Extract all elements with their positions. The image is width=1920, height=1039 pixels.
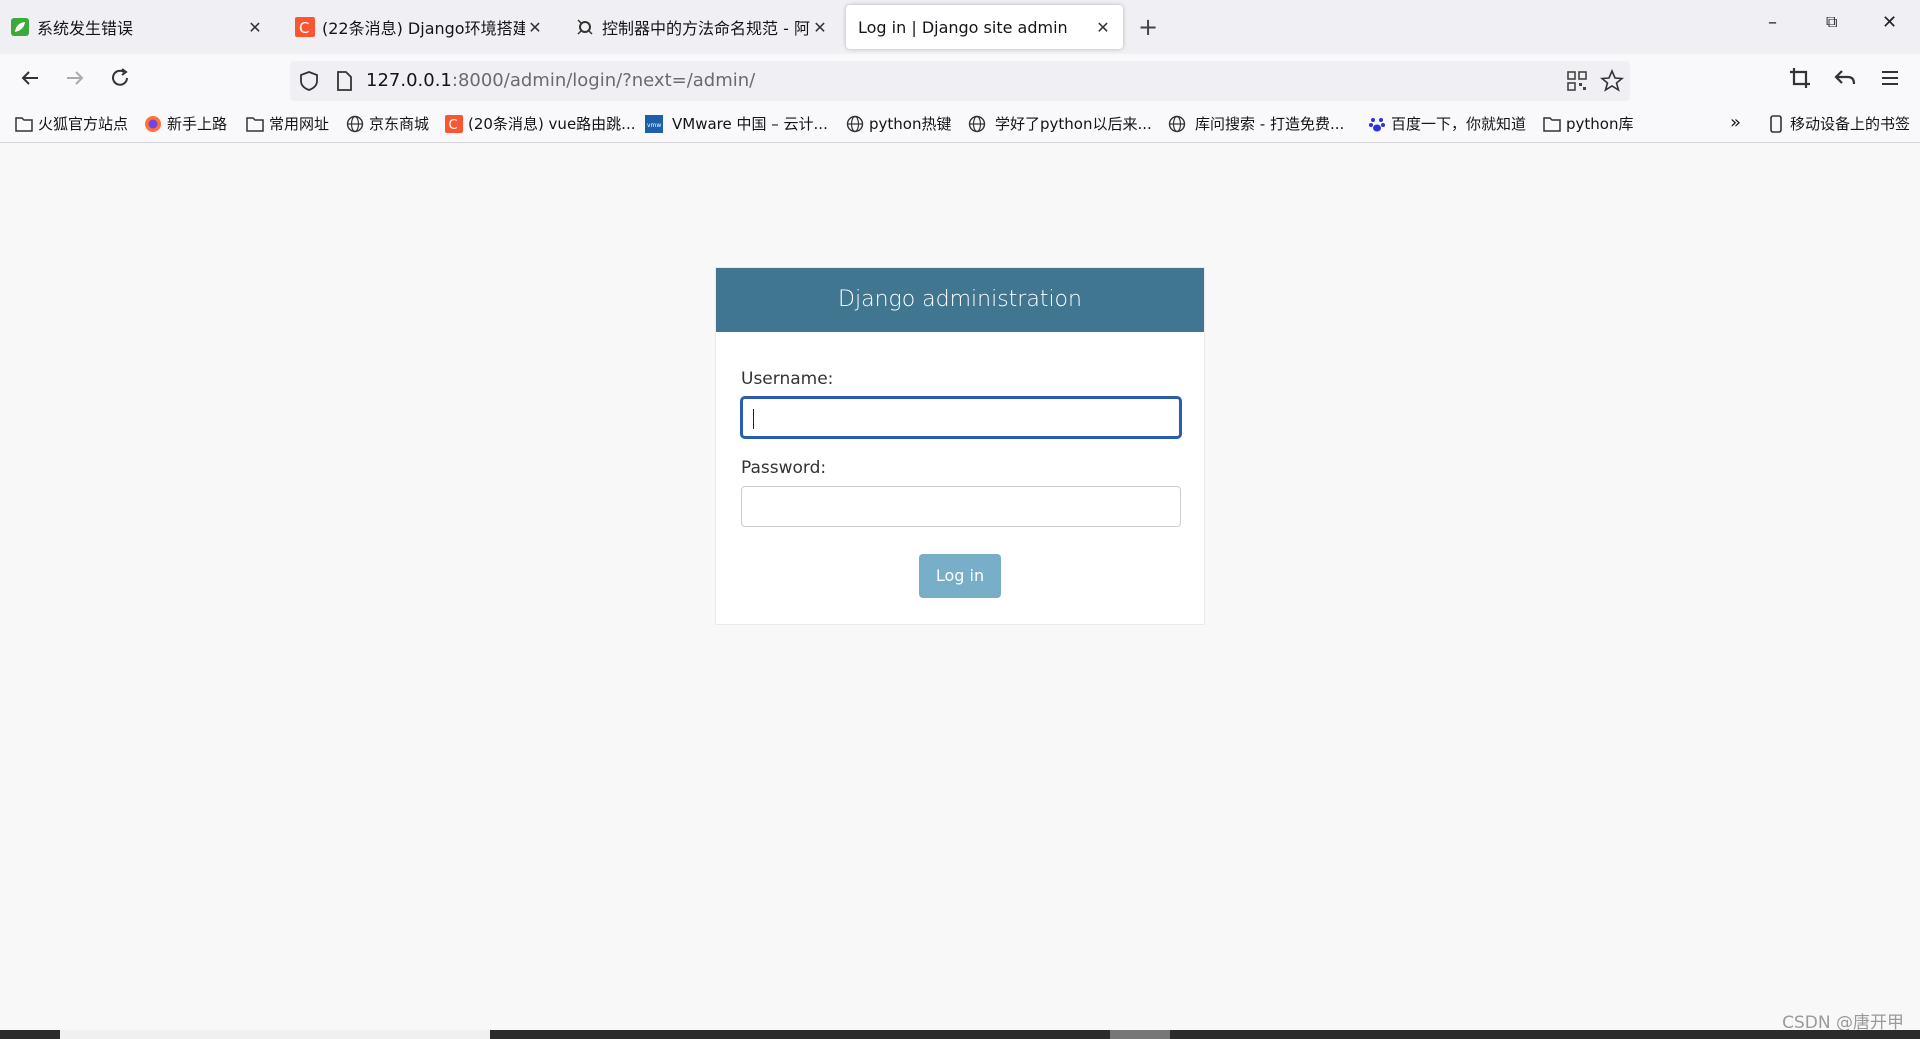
tab-title: (22条消息) Django环境搭建，	[322, 19, 525, 38]
csdn-icon: C	[295, 17, 315, 37]
password-label: Password:	[741, 458, 827, 478]
minimize-button[interactable]: –	[1768, 12, 1777, 33]
globe-icon	[846, 115, 864, 133]
tab-title: 控制器中的方法命名规范 - 阿飞	[602, 19, 810, 38]
restore-button[interactable]: ⧉	[1826, 12, 1837, 32]
globe-icon	[1168, 115, 1186, 133]
bookmark-item[interactable]: 学好了python以后来...	[968, 113, 1152, 134]
reload-button[interactable]	[105, 66, 135, 96]
close-tab-icon[interactable]: ✕	[1093, 18, 1113, 37]
password-input[interactable]	[741, 486, 1181, 527]
tab-django-setup[interactable]: C (22条消息) Django环境搭建， ✕	[285, 5, 555, 49]
bookmark-star-icon[interactable]	[1599, 68, 1625, 97]
bookmark-item[interactable]: python热键	[846, 113, 951, 134]
bookmarks-toolbar: 火狐官方站点 新手上路 常用网址 京东商城 C (20条消息) vue路由跳..…	[0, 108, 1920, 143]
username-label: Username:	[741, 369, 834, 389]
leaf-icon	[10, 17, 30, 37]
bookmark-item[interactable]: 火狐官方站点	[15, 113, 128, 134]
tab-system-error[interactable]: 系统发生错误 ✕	[0, 5, 275, 49]
tab-title: 系统发生错误	[37, 19, 134, 38]
undo-button[interactable]	[1830, 66, 1860, 96]
url-text[interactable]: 127.0.0.1:8000/admin/login/?next=/admin/	[366, 70, 755, 91]
folder-icon	[246, 115, 264, 133]
close-tab-icon[interactable]: ✕	[245, 18, 265, 37]
close-tab-icon[interactable]: ✕	[525, 18, 545, 37]
new-tab-button[interactable]: +	[1138, 13, 1158, 41]
tab-title: Log in | Django site admin	[858, 17, 1068, 37]
login-panel: Django administration Username: Password…	[715, 267, 1205, 625]
site-header: Django administration	[716, 268, 1204, 332]
navigation-toolbar: 127.0.0.1:8000/admin/login/?next=/admin/	[0, 54, 1920, 108]
forward-arrow-icon	[67, 71, 84, 85]
screenshot-button[interactable]	[1785, 66, 1815, 96]
bookmark-item[interactable]: python库	[1543, 113, 1633, 134]
taskbar-strip	[0, 1030, 1920, 1039]
bookmark-item[interactable]: C (20条消息) vue路由跳...	[445, 113, 635, 134]
close-tab-icon[interactable]: ✕	[810, 18, 830, 37]
close-window-button[interactable]: ✕	[1882, 12, 1897, 33]
text-caret	[753, 409, 754, 429]
crop-icon	[1790, 68, 1810, 88]
folder-icon	[1543, 115, 1561, 133]
csdn-icon: C	[445, 114, 463, 133]
shield-icon[interactable]	[298, 70, 320, 96]
mobile-bookmarks[interactable]: 移动设备上的书签	[1767, 113, 1910, 134]
tab-strip: 系统发生错误 ✕ C (22条消息) Django环境搭建， ✕ 控制器中的方法…	[0, 0, 1920, 54]
forward-button[interactable]	[60, 66, 90, 96]
login-button[interactable]: Log in	[919, 554, 1001, 598]
menu-button[interactable]	[1875, 66, 1905, 96]
svg-text:C: C	[299, 19, 309, 37]
qr-code-icon[interactable]	[1566, 70, 1588, 96]
tab-controller-naming[interactable]: 控制器中的方法命名规范 - 阿飞 ✕	[565, 5, 840, 49]
page-icon[interactable]	[334, 70, 354, 96]
globe-icon	[968, 115, 986, 133]
back-arrow-icon	[21, 71, 38, 85]
firefox-icon	[144, 115, 162, 133]
more-bookmarks-chevron-icon[interactable]: »	[1730, 112, 1741, 133]
back-button[interactable]	[15, 66, 45, 96]
bookmark-item[interactable]: 京东商城	[346, 113, 429, 134]
mobile-device-icon	[1767, 114, 1785, 133]
username-input[interactable]	[741, 397, 1181, 438]
hamburger-menu-icon	[1882, 71, 1898, 85]
bookmark-item[interactable]: 库问搜索 - 打造免费...	[1168, 113, 1344, 134]
baidu-icon	[1368, 115, 1386, 133]
globe-icon	[346, 115, 364, 133]
svg-text:vmw: vmw	[647, 122, 661, 129]
vmware-icon: vmw	[645, 114, 663, 133]
folder-icon	[15, 115, 33, 133]
undo-icon	[1834, 70, 1856, 85]
svg-text:C: C	[449, 118, 458, 133]
address-bar[interactable]: 127.0.0.1:8000/admin/login/?next=/admin/	[290, 61, 1630, 101]
spider-icon	[575, 17, 595, 37]
tab-django-admin-login[interactable]: Log in | Django site admin ✕	[846, 5, 1123, 49]
bookmark-item[interactable]: 百度一下，你就知道	[1368, 113, 1526, 134]
bookmark-item[interactable]: vmw VMware 中国 – 云计...	[645, 113, 828, 134]
bookmark-item[interactable]: 常用网址	[246, 113, 329, 134]
reload-icon	[112, 68, 128, 86]
bookmark-item[interactable]: 新手上路	[144, 113, 227, 134]
